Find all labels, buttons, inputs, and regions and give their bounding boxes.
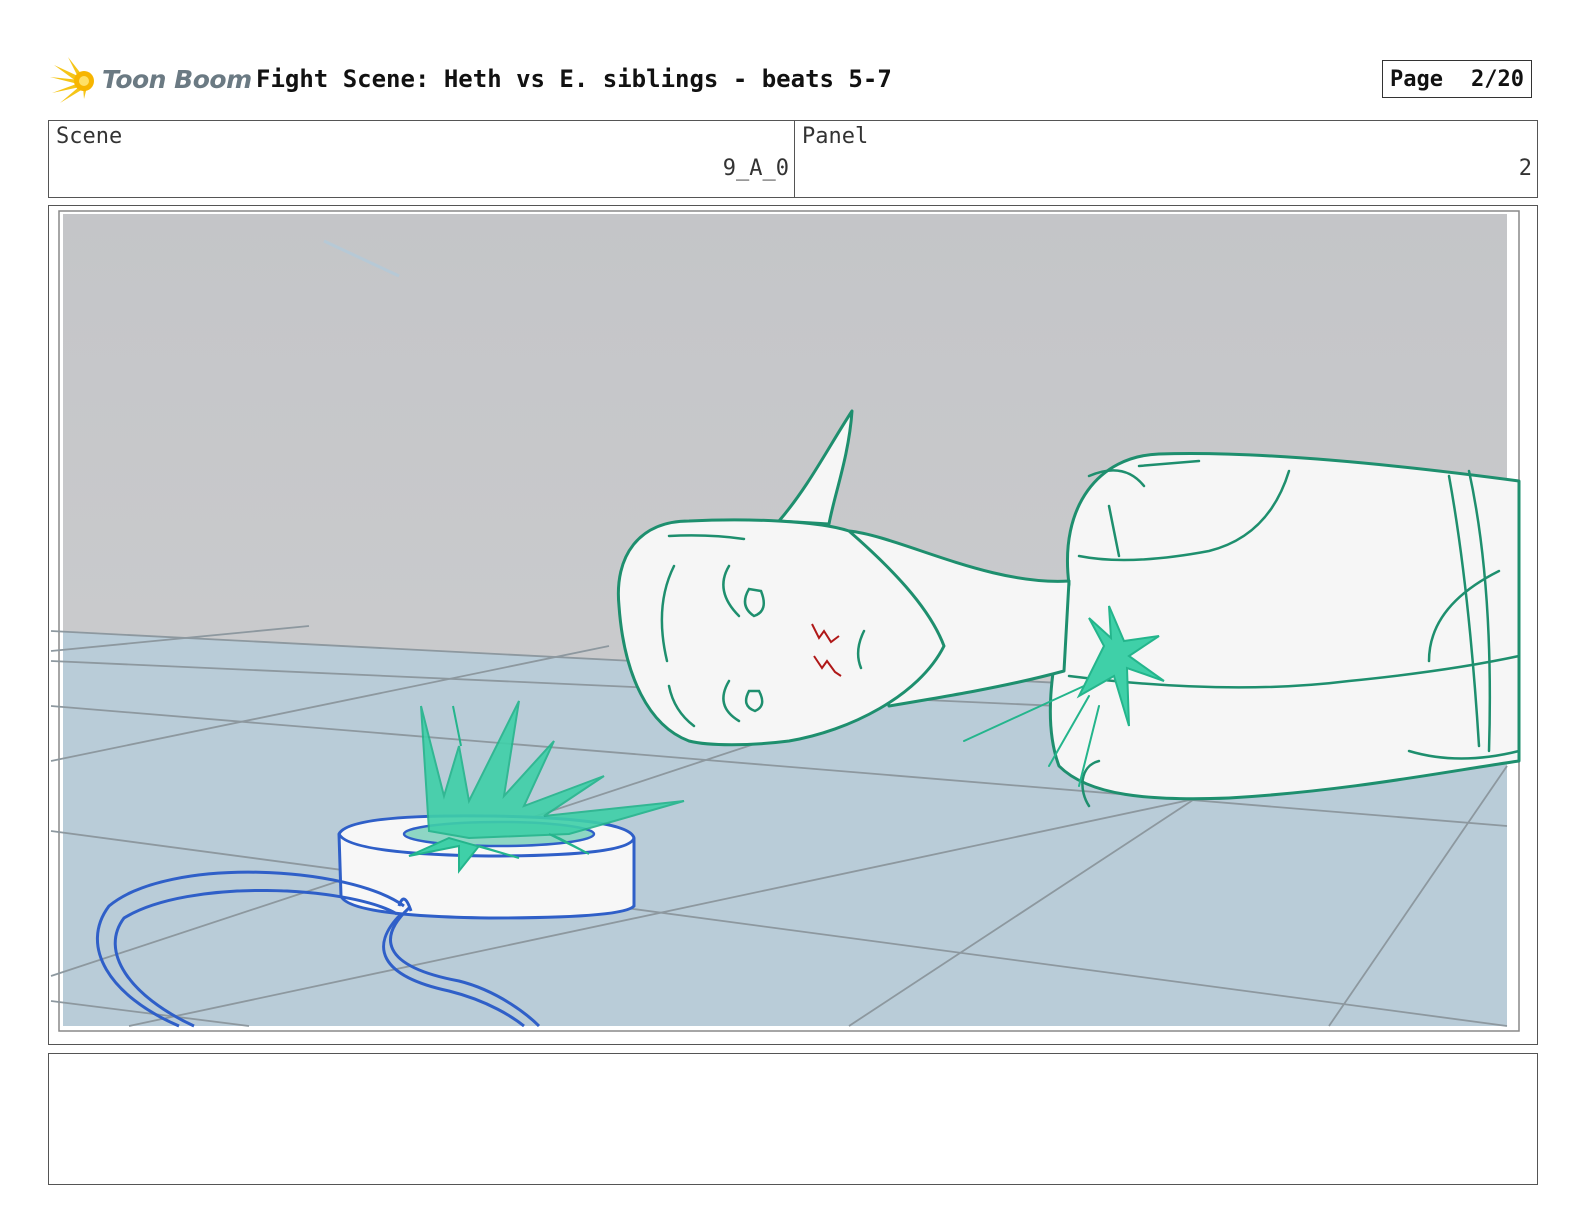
storyboard-frame (48, 205, 1538, 1045)
document-title: Fight Scene: Heth vs E. siblings - beats… (256, 65, 892, 93)
page-header: Toon Boom Fight Scene: Heth vs E. siblin… (50, 55, 1540, 105)
page-number: 2/20 (1471, 66, 1524, 92)
panel-cell: Panel 2 (795, 121, 1537, 197)
toon-boom-logo: Toon Boom (50, 55, 252, 105)
scene-value: 9_A_0 (722, 156, 789, 181)
sunburst-icon (50, 57, 94, 103)
scene-cell: Scene 9_A_0 (49, 121, 795, 197)
notes-box (48, 1053, 1538, 1185)
panel-value: 2 (1518, 156, 1532, 181)
scene-label: Scene (56, 124, 123, 149)
storyboard-drawing (50, 210, 1521, 1032)
page-label: Page (1390, 66, 1443, 92)
logo-text: Toon Boom (102, 65, 252, 94)
scene-panel-info: Scene 9_A_0 Panel 2 (48, 120, 1538, 198)
page-indicator: Page 2/20 (1382, 60, 1532, 98)
panel-label: Panel (802, 124, 869, 149)
